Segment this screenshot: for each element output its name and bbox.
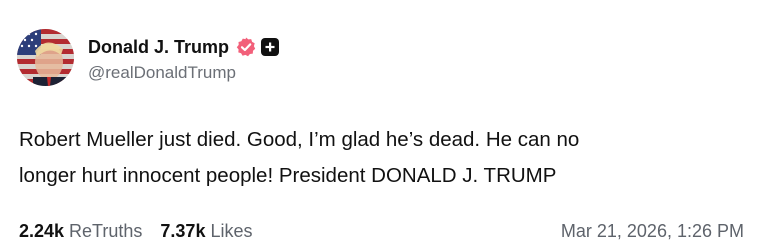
author-handle[interactable]: @realDonaldTrump xyxy=(88,63,279,83)
likes-count: 7.37k xyxy=(160,220,206,241)
avatar-image xyxy=(17,29,74,86)
author-identity: Donald J. Trump @realDonaldTrump xyxy=(88,36,280,83)
retruths-label: ReTruths xyxy=(69,220,143,241)
display-name[interactable]: Donald J. Trump xyxy=(88,37,229,58)
retruths-stat[interactable]: 2.24k ReTruths xyxy=(19,221,142,242)
post-footer: 2.24k ReTruths 7.37k Likes Mar 21, 2026,… xyxy=(19,219,744,243)
post-header: Donald J. Trump @realDonaldTrump xyxy=(17,29,280,86)
post-text-line: longer hurt innocent people! President D… xyxy=(19,164,557,187)
verified-badge-icon xyxy=(235,36,257,58)
post-timestamp[interactable]: Mar 21, 2026, 1:26 PM xyxy=(561,221,744,242)
likes-stat[interactable]: 7.37k Likes xyxy=(160,221,252,242)
post-text-line: Robert Mueller just died. Good, I’m glad… xyxy=(19,128,580,151)
post-text: Robert Mueller just died. Good, I’m glad… xyxy=(19,122,739,194)
likes-label: Likes xyxy=(210,220,253,241)
name-row: Donald J. Trump xyxy=(88,36,280,58)
post-card: Donald J. Trump @realDonaldTrump Robert xyxy=(0,0,768,250)
retruths-count: 2.24k xyxy=(19,220,65,241)
avatar[interactable] xyxy=(17,29,74,86)
plus-badge-icon xyxy=(261,38,280,56)
